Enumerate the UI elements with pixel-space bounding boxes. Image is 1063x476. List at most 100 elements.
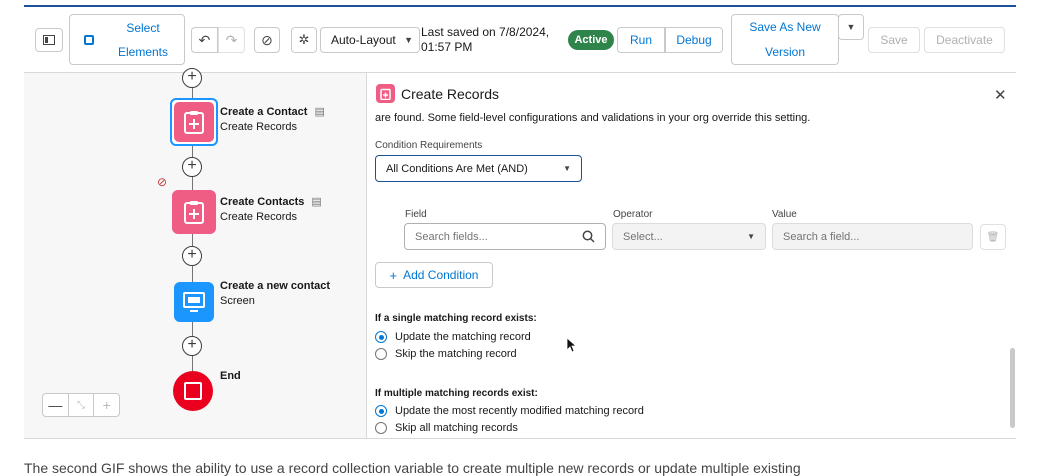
- radio-label: Skip all matching records: [395, 422, 518, 434]
- plus-icon: +: [389, 267, 398, 283]
- disable-button[interactable]: ⊘: [254, 27, 280, 53]
- value-column-label: Value: [772, 209, 797, 220]
- select-elements-label: Select Elements: [117, 20, 169, 59]
- bottom-divider: [24, 438, 1016, 439]
- create-records-icon: [184, 201, 204, 224]
- plus-icon: +: [187, 68, 197, 85]
- delete-condition-button[interactable]: 🗑: [980, 224, 1006, 250]
- node-title: Create a new contact: [220, 280, 331, 292]
- redo-icon: ↷: [225, 31, 238, 48]
- add-condition-button[interactable]: + Add Condition: [375, 262, 493, 288]
- operator-select[interactable]: Select... ▼: [612, 223, 766, 250]
- close-icon[interactable]: ✕: [994, 86, 1007, 104]
- ban-icon: ⊘: [261, 31, 273, 48]
- plus-icon: +: [187, 336, 197, 353]
- node-label: Create a new contact Screen: [220, 279, 330, 309]
- undo-icon: ↶: [198, 31, 211, 48]
- value-placeholder: Search a field...: [783, 230, 860, 243]
- top-accent-line: [24, 5, 1016, 7]
- add-element-button[interactable]: +: [182, 246, 202, 266]
- undo-button[interactable]: ↶: [191, 27, 218, 53]
- radio-option[interactable]: Update the most recently modified matchi…: [375, 405, 644, 417]
- radio-option[interactable]: Update the matching record: [375, 331, 531, 343]
- field-column-label: Field: [405, 209, 427, 220]
- node-title: Create Contacts: [220, 196, 305, 208]
- deactivate-button[interactable]: Deactivate: [924, 27, 1005, 53]
- value-search-input[interactable]: Search a field...: [772, 223, 973, 250]
- properties-panel: [366, 73, 1016, 438]
- screen-icon: [183, 292, 205, 312]
- zoom-out-button[interactable]: —: [43, 394, 69, 416]
- debug-button[interactable]: Debug: [665, 27, 723, 53]
- node-title: Create a Contact: [220, 106, 308, 118]
- multiple-match-heading: If multiple matching records exist:: [375, 388, 538, 399]
- node-create-contacts[interactable]: [172, 190, 216, 234]
- chevron-down-icon: ▼: [563, 164, 571, 173]
- node-label: End: [220, 369, 241, 384]
- select-elements-button[interactable]: Select Elements: [69, 14, 185, 65]
- redo-button[interactable]: ↷: [218, 27, 245, 53]
- radio-option[interactable]: Skip all matching records: [375, 422, 518, 434]
- zoom-controls: — ⤡ +: [42, 393, 120, 417]
- operator-placeholder: Select...: [623, 230, 663, 243]
- panel-scrollbar[interactable]: [1010, 348, 1015, 428]
- node-end[interactable]: [173, 371, 213, 411]
- node-subtitle: Create Records: [220, 121, 298, 133]
- single-match-heading: If a single matching record exists:: [375, 313, 537, 324]
- save-as-new-version-button[interactable]: Save As New Version: [731, 14, 839, 65]
- chevron-down-icon: ▼: [747, 232, 755, 241]
- node-subtitle: Create Records: [220, 211, 298, 223]
- ban-icon: ⊘: [157, 175, 168, 189]
- add-element-button[interactable]: +: [182, 336, 202, 356]
- add-element-button[interactable]: +: [182, 68, 202, 88]
- chevron-down-icon: ▼: [404, 35, 413, 45]
- radio-label: Update the most recently modified matchi…: [395, 405, 644, 417]
- add-element-button[interactable]: +: [182, 157, 202, 177]
- condition-requirements-value: All Conditions Are Met (AND): [386, 162, 528, 175]
- status-badge: Active: [568, 30, 614, 50]
- node-subtitle: Screen: [220, 295, 255, 307]
- search-icon: [582, 230, 595, 243]
- caption-text: The second GIF shows the ability to use …: [24, 460, 801, 476]
- operator-column-label: Operator: [613, 209, 653, 220]
- field-placeholder: Search fields...: [415, 230, 488, 243]
- condition-requirements-select[interactable]: All Conditions Are Met (AND) ▼: [375, 155, 582, 182]
- last-saved-text: Last saved on 7/8/2024, 01:57 PM: [421, 25, 550, 54]
- panel-intro-text: are found. Some field-level configuratio…: [375, 112, 811, 124]
- radio-button[interactable]: [375, 331, 387, 343]
- field-search-input[interactable]: Search fields...: [404, 223, 606, 250]
- node-title: End: [220, 370, 241, 382]
- node-create-a-new-contact[interactable]: [174, 282, 214, 322]
- zoom-in-button[interactable]: +: [94, 394, 119, 416]
- layout-mode-select[interactable]: Auto-Layout ▼: [320, 27, 420, 53]
- collapse-arrows-icon: ⤡: [77, 399, 85, 411]
- radio-label: Skip the matching record: [395, 348, 517, 360]
- toggle-panel-button[interactable]: [35, 28, 63, 52]
- fit-view-button[interactable]: ⤡: [69, 394, 95, 416]
- radio-button[interactable]: [375, 405, 387, 417]
- select-icon: [84, 34, 94, 45]
- trash-icon: 🗑: [986, 231, 1000, 243]
- save-options-dropdown[interactable]: ▼: [838, 14, 864, 40]
- radio-button[interactable]: [375, 422, 387, 434]
- chevron-down-icon: ▼: [846, 22, 856, 32]
- radio-option[interactable]: Skip the matching record: [375, 348, 517, 360]
- save-button[interactable]: Save: [868, 27, 920, 53]
- add-condition-label: Add Condition: [403, 268, 479, 282]
- node-label: Create Contacts ▤ Create Records: [220, 195, 322, 225]
- stop-icon: [184, 382, 202, 400]
- plus-icon: +: [187, 157, 197, 174]
- bug-icon: ✲: [298, 32, 310, 47]
- radio-button[interactable]: [375, 348, 387, 360]
- condition-requirements-label: Condition Requirements: [375, 140, 483, 151]
- node-label: Create a Contact ▤ Create Records: [220, 105, 325, 135]
- radio-label: Update the matching record: [395, 331, 531, 343]
- description-icon: ▤: [314, 106, 325, 118]
- debug-settings-button[interactable]: ✲: [291, 27, 317, 53]
- create-records-icon: [376, 84, 395, 103]
- panel-toggle-icon: [43, 35, 55, 45]
- run-button[interactable]: Run: [617, 27, 665, 53]
- node-create-a-contact[interactable]: [170, 98, 218, 146]
- plus-icon: +: [187, 246, 197, 263]
- description-icon: ▤: [311, 196, 322, 208]
